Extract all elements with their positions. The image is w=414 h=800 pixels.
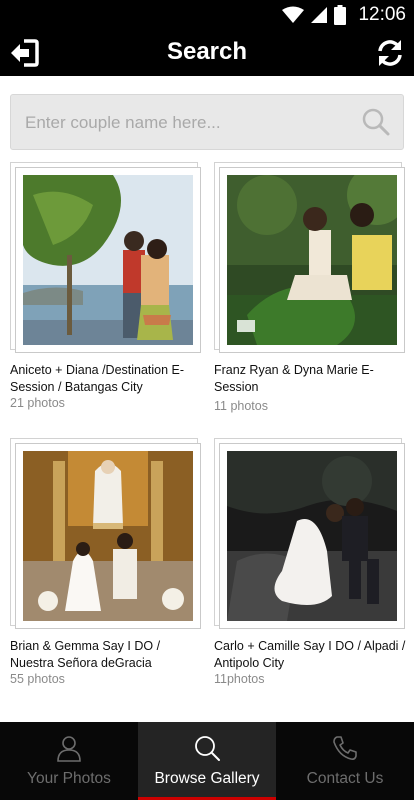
search-button[interactable] (361, 107, 391, 137)
person-icon (57, 736, 81, 762)
album-photo-count: 11photos (214, 672, 265, 686)
app-bar: Search (0, 30, 414, 76)
stack-front-frame (15, 167, 201, 353)
bottom-nav: Your Photos Browse Gallery Contact Us (0, 722, 414, 800)
status-icons: 12:06 (282, 4, 406, 26)
refresh-button[interactable] (374, 38, 406, 68)
album-thumbnail (23, 451, 193, 621)
search-input[interactable] (25, 103, 355, 143)
album-photo-count: 11 photos (214, 399, 268, 413)
album-photo-count: 21 photos (10, 396, 65, 410)
search-icon (362, 108, 390, 136)
nav-your-photos[interactable]: Your Photos (0, 722, 138, 800)
album-thumbnail (23, 175, 193, 345)
nav-browse-gallery[interactable]: Browse Gallery (138, 722, 276, 800)
album-title[interactable]: Brian & Gemma Say I DO / Nuestra Señora … (10, 638, 202, 672)
search-icon (195, 736, 220, 761)
album-title[interactable]: Carlo + Camille Say I DO / Alpadi / Anti… (214, 638, 406, 672)
nav-label: Your Photos (27, 770, 111, 787)
photo-stack[interactable] (10, 162, 201, 353)
search-box (10, 94, 404, 150)
stack-front-frame (15, 443, 201, 629)
album-photo-count: 55 photos (10, 672, 65, 686)
refresh-icon (378, 40, 402, 66)
status-bar: 12:06 (0, 0, 414, 30)
battery-icon (334, 5, 347, 25)
album-thumbnail (227, 451, 397, 621)
signal-icon (311, 7, 328, 23)
stack-front-frame (219, 167, 405, 353)
nav-label: Contact Us (306, 770, 384, 787)
stack-front-frame (219, 443, 405, 629)
photo-stack[interactable] (214, 438, 405, 629)
album-title[interactable]: Aniceto + Diana /Destination E-Session /… (10, 362, 202, 396)
wifi-icon (282, 6, 305, 23)
album-title[interactable]: Franz Ryan & Dyna Marie E-Session (214, 362, 406, 396)
nav-label: Browse Gallery (154, 770, 260, 787)
phone-icon (333, 736, 357, 760)
status-time: 12:06 (358, 4, 406, 25)
photo-stack[interactable] (10, 438, 201, 629)
album-thumbnail (227, 175, 397, 345)
photo-stack[interactable] (214, 162, 405, 353)
page-title: Search (166, 38, 248, 65)
nav-contact-us[interactable]: Contact Us (276, 722, 414, 800)
